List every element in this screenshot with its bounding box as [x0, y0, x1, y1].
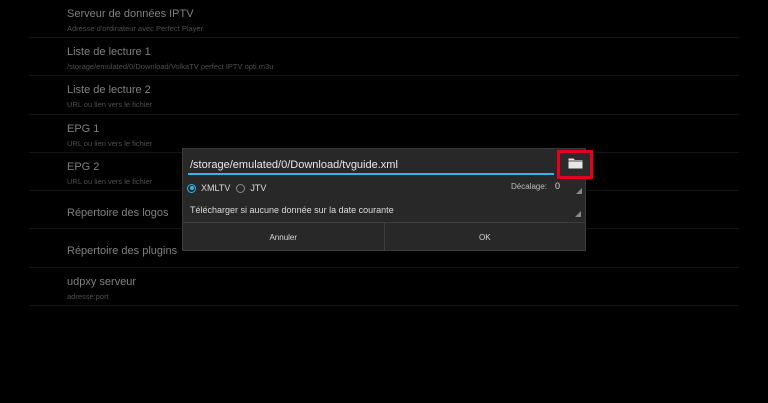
radio-jtv[interactable] — [236, 183, 246, 193]
ok-button[interactable]: OK — [383, 223, 586, 251]
spinner-arrow-icon — [575, 211, 581, 217]
radio-xmltv-label[interactable]: XMLTV — [201, 183, 230, 193]
epg-source-dialog: XMLTV JTV Décalage: 0 Télécharger si auc… — [182, 148, 593, 251]
download-mode-value: Télécharger si aucune donnée sur la date… — [190, 205, 394, 215]
folder-icon — [568, 156, 583, 174]
download-mode-select[interactable]: Télécharger si aucune donnée sur la date… — [187, 203, 583, 219]
format-radio-group: XMLTV JTV — [187, 181, 272, 195]
offset-label: Décalage: — [511, 182, 548, 191]
path-input[interactable] — [188, 157, 554, 175]
cancel-button[interactable]: Annuler — [183, 223, 384, 251]
spinner-arrow-icon — [576, 188, 582, 194]
offset-spinner[interactable]: 0 — [551, 180, 584, 196]
radio-jtv-label[interactable]: JTV — [250, 183, 266, 193]
offset-value: 0 — [555, 181, 561, 191]
dialog-button-bar: Annuler OK — [183, 222, 585, 251]
browse-folder-button[interactable] — [557, 150, 593, 179]
radio-xmltv[interactable] — [187, 183, 196, 193]
